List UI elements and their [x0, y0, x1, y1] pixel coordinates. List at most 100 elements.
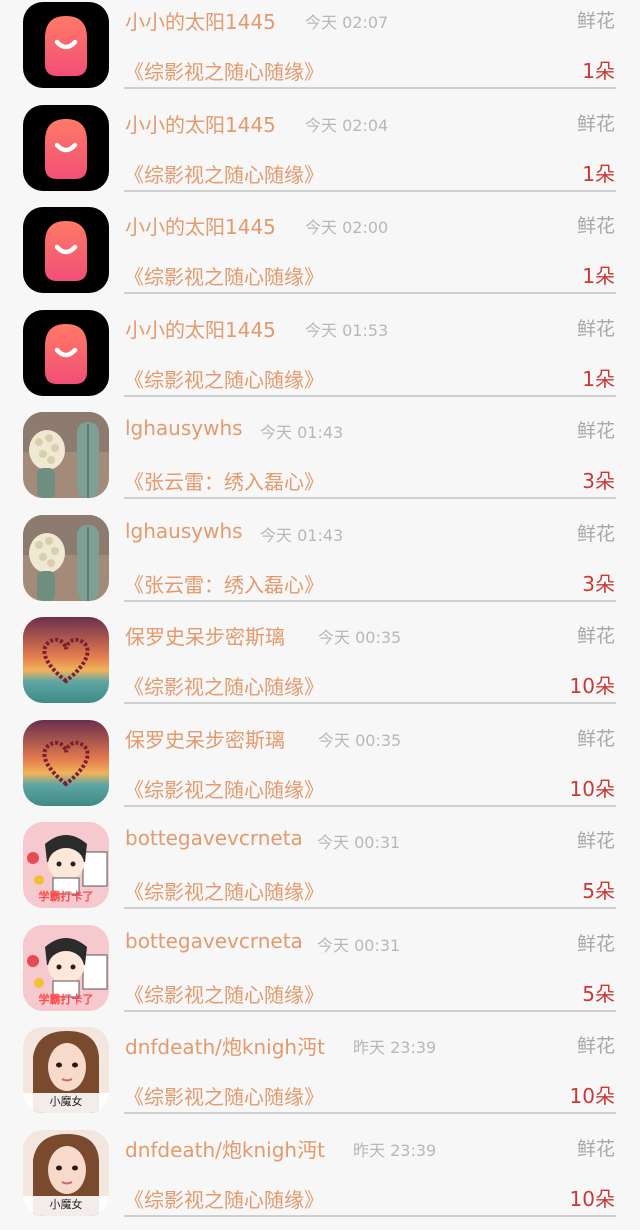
timestamp: 今天 02:07: [305, 9, 388, 33]
list-item[interactable]: 保罗史呆步密斯璃 今天 00:35 鲜花 《综影视之随心随缘》 10朵: [0, 718, 640, 821]
list-item[interactable]: 小小的太阳1445 今天 02:07 鲜花 《综影视之随心随缘》 1朵: [0, 0, 640, 103]
timestamp: 今天 02:04: [305, 112, 388, 136]
divider: [124, 600, 616, 602]
gift-count: 10朵: [570, 1080, 615, 1109]
username[interactable]: dnfdeath/炮knigh沔t: [125, 1031, 325, 1060]
divider: [124, 805, 616, 807]
list-item[interactable]: 学霸打卡了 bottegavevcrneta 今天 00:31 鲜花 《综影视之…: [0, 923, 640, 1026]
gift-type: 鲜花: [577, 1031, 615, 1058]
divider: [124, 907, 616, 909]
divider: [124, 702, 616, 704]
gift-type: 鲜花: [577, 621, 615, 648]
divider: [124, 395, 616, 397]
divider: [124, 1010, 616, 1012]
gift-type: 鲜花: [577, 211, 615, 238]
book-title[interactable]: 《综影视之随心随缘》: [124, 261, 324, 290]
gift-type: 鲜花: [577, 6, 615, 33]
avatar-badge: 小魔女: [23, 1093, 109, 1109]
username[interactable]: bottegavevcrneta: [125, 826, 303, 850]
timestamp: 今天 00:31: [317, 932, 400, 956]
divider: [124, 292, 616, 294]
gift-count: 10朵: [570, 1183, 615, 1212]
username[interactable]: dnfdeath/炮knigh沔t: [125, 1134, 325, 1163]
timestamp: 今天 02:00: [305, 214, 388, 238]
timestamp: 今天 01:53: [305, 317, 388, 341]
gift-count: 10朵: [570, 670, 615, 699]
gift-type: 鲜花: [577, 724, 615, 751]
username[interactable]: 小小的太阳1445: [125, 314, 276, 343]
divider: [124, 1215, 616, 1217]
gift-count: 5朵: [582, 978, 615, 1007]
gift-type: 鲜花: [577, 314, 615, 341]
divider: [124, 87, 616, 89]
gift-type: 鲜花: [577, 826, 615, 853]
gift-list: 小小的太阳1445 今天 02:07 鲜花 《综影视之随心随缘》 1朵 小小的太…: [0, 0, 640, 1230]
avatar[interactable]: [23, 207, 109, 293]
timestamp: 今天 01:43: [260, 522, 343, 546]
avatar-badge: 学霸打卡了: [23, 991, 109, 1007]
gift-type: 鲜花: [577, 416, 615, 443]
book-title[interactable]: 《综影视之随心随缘》: [124, 979, 324, 1008]
list-item[interactable]: 保罗史呆步密斯璃 今天 00:35 鲜花 《综影视之随心随缘》 10朵: [0, 615, 640, 718]
gift-type: 鲜花: [577, 109, 615, 136]
timestamp: 昨天 23:39: [353, 1034, 436, 1058]
avatar[interactable]: 小魔女: [23, 1027, 109, 1113]
username[interactable]: lghausywhs: [125, 519, 243, 543]
divider: [124, 497, 616, 499]
gift-count: 1朵: [582, 55, 615, 84]
list-item[interactable]: lghausywhs 今天 01:43 鲜花 《张云雷：绣入磊心》 3朵: [0, 410, 640, 513]
username[interactable]: 保罗史呆步密斯璃: [125, 724, 285, 753]
avatar-badge: 学霸打卡了: [23, 888, 109, 904]
gift-count: 5朵: [582, 875, 615, 904]
gift-count: 10朵: [570, 773, 615, 802]
gift-count: 1朵: [582, 363, 615, 392]
gift-type: 鲜花: [577, 929, 615, 956]
list-item[interactable]: 小小的太阳1445 今天 02:00 鲜花 《综影视之随心随缘》 1朵: [0, 205, 640, 308]
book-title[interactable]: 《综影视之随心随缘》: [124, 159, 324, 188]
book-title[interactable]: 《张云雷：绣入磊心》: [124, 569, 324, 598]
avatar[interactable]: [23, 310, 109, 396]
book-title[interactable]: 《综影视之随心随缘》: [124, 671, 324, 700]
avatar[interactable]: 学霸打卡了: [23, 925, 109, 1011]
username[interactable]: 小小的太阳1445: [125, 109, 276, 138]
username[interactable]: 小小的太阳1445: [125, 211, 276, 240]
avatar[interactable]: [23, 515, 109, 601]
avatar[interactable]: [23, 720, 109, 806]
book-title[interactable]: 《综影视之随心随缘》: [124, 774, 324, 803]
timestamp: 今天 00:35: [318, 624, 401, 648]
avatar[interactable]: [23, 412, 109, 498]
book-title[interactable]: 《综影视之随心随缘》: [124, 1081, 324, 1110]
gift-type: 鲜花: [577, 519, 615, 546]
avatar[interactable]: 学霸打卡了: [23, 822, 109, 908]
gift-count: 1朵: [582, 158, 615, 187]
book-title[interactable]: 《综影视之随心随缘》: [124, 56, 324, 85]
list-item[interactable]: lghausywhs 今天 01:43 鲜花 《张云雷：绣入磊心》 3朵: [0, 513, 640, 616]
list-item[interactable]: 学霸打卡了 bottegavevcrneta 今天 00:31 鲜花 《综影视之…: [0, 820, 640, 923]
timestamp: 今天 00:31: [317, 829, 400, 853]
list-item[interactable]: 小魔女 dnfdeath/炮knigh沔t 昨天 23:39 鲜花 《综影视之随…: [0, 1128, 640, 1230]
avatar[interactable]: [23, 105, 109, 191]
avatar[interactable]: 小魔女: [23, 1130, 109, 1216]
list-item[interactable]: 小小的太阳1445 今天 01:53 鲜花 《综影视之随心随缘》 1朵: [0, 308, 640, 411]
book-title[interactable]: 《张云雷：绣入磊心》: [124, 466, 324, 495]
gift-type: 鲜花: [577, 1134, 615, 1161]
username[interactable]: 保罗史呆步密斯璃: [125, 621, 285, 650]
avatar[interactable]: [23, 2, 109, 88]
gift-count: 3朵: [582, 465, 615, 494]
book-title[interactable]: 《综影视之随心随缘》: [124, 876, 324, 905]
avatar-badge: 小魔女: [23, 1196, 109, 1212]
avatar[interactable]: [23, 617, 109, 703]
gift-count: 3朵: [582, 568, 615, 597]
username[interactable]: 小小的太阳1445: [125, 6, 276, 35]
divider: [124, 1112, 616, 1114]
list-item[interactable]: 小魔女 dnfdeath/炮knigh沔t 昨天 23:39 鲜花 《综影视之随…: [0, 1025, 640, 1128]
book-title[interactable]: 《综影视之随心随缘》: [124, 1184, 324, 1213]
username[interactable]: lghausywhs: [125, 416, 243, 440]
username[interactable]: bottegavevcrneta: [125, 929, 303, 953]
book-title[interactable]: 《综影视之随心随缘》: [124, 364, 324, 393]
divider: [124, 190, 616, 192]
timestamp: 今天 00:35: [318, 727, 401, 751]
list-item[interactable]: 小小的太阳1445 今天 02:04 鲜花 《综影视之随心随缘》 1朵: [0, 103, 640, 206]
timestamp: 昨天 23:39: [353, 1137, 436, 1161]
timestamp: 今天 01:43: [260, 419, 343, 443]
